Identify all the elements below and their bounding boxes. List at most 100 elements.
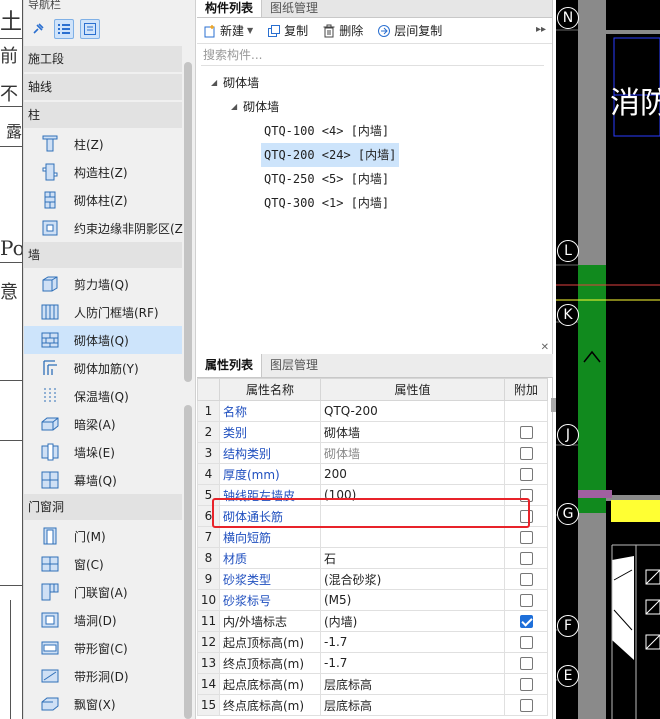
delete-button[interactable]: 删除 bbox=[322, 22, 363, 39]
property-value[interactable]: 砌体墙 bbox=[320, 421, 505, 443]
axis-label-j: J bbox=[557, 424, 579, 446]
nav-item-shear-wall[interactable]: 剪力墙(Q) bbox=[24, 270, 182, 298]
tab-component-list[interactable]: 构件列表 bbox=[197, 0, 263, 17]
cad-white-shape bbox=[612, 556, 634, 660]
nav-item-bay-window[interactable]: 飘窗(X) bbox=[24, 690, 182, 718]
table-row[interactable]: 4 厚度(mm) 200 bbox=[197, 463, 548, 485]
nav-item-wall-opening[interactable]: 墙洞(D) bbox=[24, 606, 182, 634]
property-value[interactable]: 石 bbox=[320, 547, 505, 569]
list-view-icon[interactable] bbox=[54, 19, 74, 39]
table-row[interactable]: 15 终点底标高(m) 层底标高 bbox=[197, 694, 548, 716]
drawing-text-fragment: 露 bbox=[6, 122, 23, 141]
table-row[interactable]: 7 横向短筋 bbox=[197, 526, 548, 548]
nav-scrollbar-track[interactable] bbox=[184, 405, 192, 719]
row-index: 9 bbox=[197, 568, 220, 590]
property-value[interactable]: -1.7 bbox=[320, 631, 505, 653]
component-search-input[interactable] bbox=[201, 44, 544, 66]
tree-node-root[interactable]: ◢ 砌体墙 bbox=[211, 72, 259, 94]
close-icon[interactable]: ✕ bbox=[541, 342, 549, 353]
nav-item-masonry-reinforcement[interactable]: 砌体加筋(Y) bbox=[24, 354, 182, 382]
drawing-text-fragment: 不 bbox=[0, 84, 18, 105]
property-value[interactable]: 200 bbox=[320, 463, 505, 485]
nav-category-column[interactable]: 柱 bbox=[24, 102, 182, 128]
extra-checkbox[interactable] bbox=[519, 678, 533, 691]
tree-leaf-qtq-100[interactable]: QTQ-100 <4> [内墙] bbox=[264, 120, 389, 142]
property-value[interactable]: -1.7 bbox=[320, 652, 505, 674]
tab-drawing-management[interactable]: 图纸管理 bbox=[262, 0, 326, 17]
tree-leaf-qtq-300[interactable]: QTQ-300 <1> [内墙] bbox=[264, 192, 389, 214]
more-tools-icon[interactable]: ▸▸ bbox=[536, 24, 546, 35]
table-row[interactable]: 8 材质石 bbox=[197, 547, 548, 569]
nav-category-wall[interactable]: 墙 bbox=[24, 242, 182, 268]
extra-checkbox[interactable] bbox=[519, 615, 533, 628]
table-row[interactable]: 9 砂浆类型 (混合砂浆) bbox=[197, 568, 548, 590]
nav-item-constructional-column[interactable]: 构造柱(Z) bbox=[24, 158, 182, 186]
table-row[interactable]: 2 类别 砌体墙 bbox=[197, 421, 548, 443]
property-value[interactable] bbox=[320, 526, 505, 548]
nav-item-insulation-wall[interactable]: 保温墙(Q) bbox=[24, 382, 182, 410]
table-row[interactable]: 3 结构类别 砌体墙 bbox=[197, 442, 548, 464]
cad-drawing-canvas[interactable]: 消防 N L K J G F E bbox=[556, 0, 660, 719]
extra-checkbox[interactable] bbox=[519, 468, 533, 481]
property-value[interactable]: 层底标高 bbox=[320, 673, 505, 695]
extra-checkbox[interactable] bbox=[519, 552, 533, 565]
constructional-column-icon bbox=[42, 163, 58, 181]
nav-scrollbar-thumb[interactable] bbox=[184, 62, 192, 382]
new-button[interactable]: 新建 ▼ bbox=[203, 22, 253, 39]
tab-layer-management[interactable]: 图层管理 bbox=[262, 354, 326, 377]
nav-item-column[interactable]: 柱(Z) bbox=[24, 130, 182, 158]
nav-item-masonry-column[interactable]: 砌体柱(Z) bbox=[24, 186, 182, 214]
nav-category-axis[interactable]: 轴线 bbox=[24, 74, 182, 100]
nav-item-door-window-combo[interactable]: 门联窗(A) bbox=[24, 578, 182, 606]
tree-node-child[interactable]: ◢ 砌体墙 bbox=[231, 96, 279, 118]
table-row[interactable]: 1 名称 QTQ-200 bbox=[197, 400, 548, 422]
property-value[interactable]: QTQ-200 bbox=[320, 400, 505, 422]
component-toolbar: 新建 ▼ 复制 删除 层间复制 ▸▸ bbox=[197, 18, 552, 44]
wall-opening-icon bbox=[41, 612, 59, 628]
pin-icon[interactable] bbox=[28, 19, 48, 39]
strip-opening-icon bbox=[41, 669, 59, 683]
extra-checkbox[interactable] bbox=[519, 636, 533, 649]
extra-checkbox[interactable] bbox=[519, 594, 533, 607]
nav-item-masonry-wall[interactable]: 砌体墙(Q) bbox=[24, 326, 182, 354]
tree-leaf-qtq-250[interactable]: QTQ-250 <5> [内墙] bbox=[264, 168, 389, 190]
expand-arrow-icon[interactable]: ◢ bbox=[211, 72, 217, 94]
nav-item-strip-opening[interactable]: 带形洞(D) bbox=[24, 662, 182, 690]
nav-item-wall-pier[interactable]: 墙垛(E) bbox=[24, 438, 182, 466]
extra-checkbox[interactable] bbox=[519, 426, 533, 439]
table-row[interactable]: 10 砂浆标号 (M5) bbox=[197, 589, 548, 611]
extra-checkbox[interactable] bbox=[519, 573, 533, 586]
extra-checkbox[interactable] bbox=[519, 531, 533, 544]
nav-category-door-window[interactable]: 门窗洞 bbox=[24, 494, 182, 520]
nav-item-window[interactable]: 窗(C) bbox=[24, 550, 182, 578]
nav-category-construction-stage[interactable]: 施工段 bbox=[24, 46, 182, 72]
extra-cell bbox=[504, 421, 548, 443]
component-tabbar: 构件列表 图纸管理 bbox=[197, 0, 552, 18]
detail-view-icon[interactable] bbox=[80, 19, 100, 39]
layer-copy-button[interactable]: 层间复制 bbox=[377, 22, 442, 39]
table-row[interactable]: 14 起点底标高(m) 层底标高 bbox=[197, 673, 548, 695]
shear-wall-icon bbox=[42, 276, 58, 292]
copy-button[interactable]: 复制 bbox=[267, 22, 308, 39]
tree-leaf-qtq-200[interactable]: QTQ-200 <24> [内墙] bbox=[261, 143, 400, 167]
property-value[interactable]: (M5) bbox=[320, 589, 505, 611]
extra-checkbox[interactable] bbox=[519, 657, 533, 670]
extra-checkbox[interactable] bbox=[519, 447, 533, 460]
nav-item-curtain-wall[interactable]: 幕墙(Q) bbox=[24, 466, 182, 494]
nav-item-civil-defense-door-wall[interactable]: 人防门框墙(RF) bbox=[24, 298, 182, 326]
property-value[interactable]: (混合砂浆) bbox=[320, 568, 505, 590]
nav-item-hidden-beam[interactable]: 暗梁(A) bbox=[24, 410, 182, 438]
table-row[interactable]: 12 起点顶标高(m) -1.7 bbox=[197, 631, 548, 653]
table-row[interactable]: 13 终点顶标高(m) -1.7 bbox=[197, 652, 548, 674]
nav-item-boundary-zone[interactable]: 约束边缘非阴影区(Z bbox=[24, 214, 183, 242]
nav-item-strip-window[interactable]: 带形窗(C) bbox=[24, 634, 182, 662]
nav-item-door[interactable]: 门(M) bbox=[24, 522, 182, 550]
nav-item-label: 砌体柱(Z) bbox=[74, 193, 128, 208]
expand-arrow-icon[interactable]: ◢ bbox=[231, 96, 237, 118]
property-value[interactable]: 层底标高 bbox=[320, 694, 505, 716]
table-row[interactable]: 11 内/外墙标志 (内墙) bbox=[197, 610, 548, 632]
property-value[interactable]: (内墙) bbox=[320, 610, 505, 632]
property-value[interactable]: 砌体墙 bbox=[320, 442, 505, 464]
tab-property-list[interactable]: 属性列表 bbox=[197, 354, 263, 377]
extra-checkbox[interactable] bbox=[519, 699, 533, 712]
